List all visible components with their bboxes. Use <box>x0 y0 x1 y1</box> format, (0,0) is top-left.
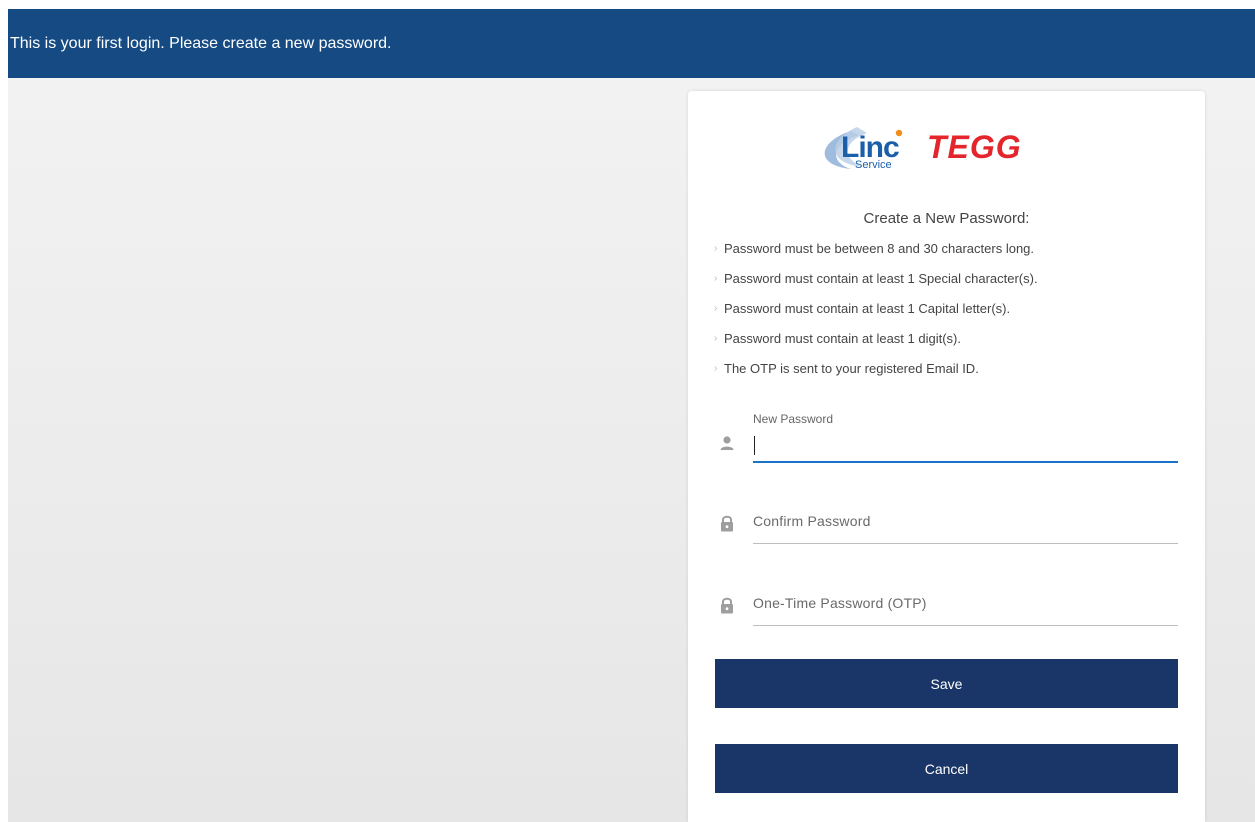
confirm-password-underline <box>753 543 1178 544</box>
company-logo: Linc Service TEGG <box>811 113 1081 183</box>
bullet-icon: › <box>714 243 718 254</box>
lock-icon <box>721 597 733 614</box>
banner-message: This is your first login. Please create … <box>10 35 392 52</box>
new-password-underline <box>753 461 1178 463</box>
password-rule: › Password must be between 8 and 30 char… <box>714 239 1038 269</box>
bullet-icon: › <box>714 273 718 284</box>
password-rule: › Password must contain at least 1 digit… <box>714 329 1038 359</box>
logo-tegg-text: TEGG <box>927 129 1022 165</box>
bullet-icon: › <box>714 303 718 314</box>
lock-icon <box>721 515 733 532</box>
confirm-password-placeholder: Confirm Password <box>753 513 871 529</box>
text-caret <box>754 436 755 455</box>
password-rule: › The OTP is sent to your registered Ema… <box>714 359 1038 389</box>
cancel-button[interactable]: Cancel <box>715 744 1178 793</box>
bullet-icon: › <box>714 363 718 374</box>
logo-service-text: Service <box>855 159 892 171</box>
bullet-icon: › <box>714 333 718 344</box>
otp-placeholder: One-Time Password (OTP) <box>753 595 927 611</box>
page: This is your first login. Please create … <box>0 0 1255 822</box>
form-title: Create a New Password: <box>863 210 1030 227</box>
user-icon <box>720 436 734 450</box>
new-password-field[interactable]: New Password <box>714 412 1178 464</box>
otp-underline <box>753 625 1178 626</box>
password-rule: › Password must contain at least 1 Capit… <box>714 299 1038 329</box>
password-rule: › Password must contain at least 1 Speci… <box>714 269 1038 299</box>
otp-field[interactable]: One-Time Password (OTP) <box>714 591 1178 627</box>
new-password-label: New Password <box>753 412 834 426</box>
password-card: Linc Service TEGG Create a New Password:… <box>688 91 1205 822</box>
save-button[interactable]: Save <box>715 659 1178 708</box>
confirm-password-field[interactable]: Confirm Password <box>714 509 1178 545</box>
password-rules-list: › Password must be between 8 and 30 char… <box>714 239 1038 389</box>
first-login-banner: This is your first login. Please create … <box>8 9 1255 78</box>
